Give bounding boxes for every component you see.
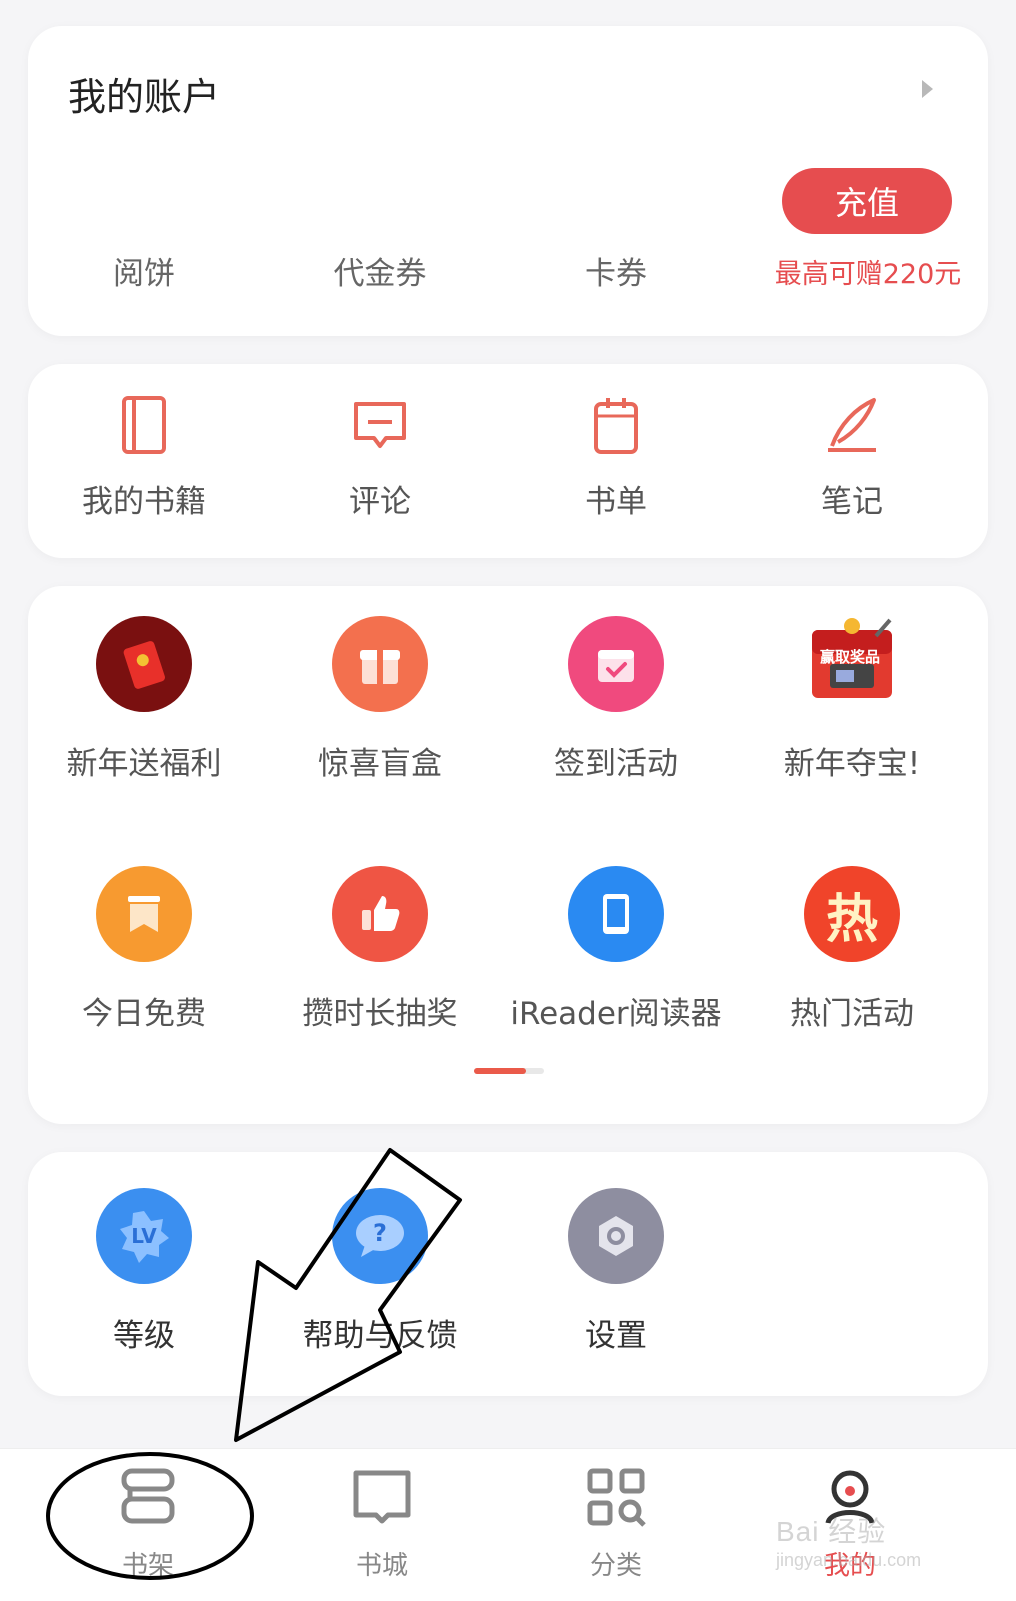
help-glyph: ? (373, 1219, 387, 1247)
page-indicator (474, 1068, 544, 1074)
activity-label: 热门活动 (790, 996, 914, 1032)
activity-hot-events[interactable]: 热 热门活动 (737, 866, 967, 1033)
settings-entry[interactable]: 设置 (516, 1188, 716, 1355)
activities-card: 新年送福利 惊喜盲盒 签到活动 赢取奖品 新年夺宝! 今日免费 攒时长抽奖 iR… (28, 586, 988, 1124)
misc-label: 帮助与反馈 (302, 1318, 458, 1354)
gift-box-icon (332, 616, 428, 712)
red-envelope-icon (96, 616, 192, 712)
recharge-button[interactable]: 充值 (782, 168, 952, 234)
activity-label: 惊喜盲盒 (318, 746, 442, 782)
tool-label: 我的书籍 (82, 484, 206, 520)
book-icon (122, 396, 166, 454)
chevron-right-icon[interactable] (922, 80, 933, 98)
account-title[interactable]: 我的账户 (68, 66, 220, 121)
activity-sign-in[interactable]: 签到活动 (501, 616, 731, 783)
pen-icon (828, 398, 876, 452)
account-item-voucher[interactable]: 代金券 (280, 248, 480, 293)
level-icon: LV (96, 1188, 192, 1284)
misc-label: 等级 (113, 1318, 175, 1354)
activity-label: 签到活动 (554, 746, 678, 782)
watermark-url: jingyan.baidu.com (776, 1550, 922, 1570)
tool-booklist[interactable]: 书单 (516, 394, 716, 521)
nav-bookshelf[interactable]: 书架 (48, 1465, 248, 1582)
bookshelf-icon (121, 1468, 175, 1524)
activity-label: 新年夺宝! (783, 746, 921, 782)
nav-label: 书城 (355, 1551, 408, 1581)
activity-label: iReader阅读器 (510, 996, 722, 1032)
tool-notes[interactable]: 笔记 (752, 394, 952, 521)
category-icon (587, 1468, 646, 1527)
nav-label: 书架 (121, 1551, 174, 1581)
account-item-yuebing[interactable]: 阅饼 (44, 248, 244, 293)
calendar-check-icon (568, 616, 664, 712)
tool-label: 书单 (585, 484, 647, 520)
misc-card: LV 等级 ? 帮助与反馈 设置 (28, 1152, 988, 1396)
tool-label: 笔记 (821, 484, 883, 520)
help-feedback-entry[interactable]: ? 帮助与反馈 (280, 1188, 480, 1355)
tool-my-books[interactable]: 我的书籍 (44, 394, 244, 521)
tools-card: 我的书籍 评论 书单 笔记 (28, 364, 988, 558)
bookstore-icon (353, 1470, 411, 1524)
activity-ireader-device[interactable]: iReader阅读器 (501, 866, 731, 1033)
prize-icon: 赢取奖品 (804, 616, 900, 712)
settings-icon (568, 1188, 664, 1284)
tool-label: 评论 (349, 484, 411, 520)
tool-comments[interactable]: 评论 (280, 394, 480, 521)
help-icon: ? (332, 1188, 428, 1284)
nav-label: 分类 (589, 1551, 642, 1581)
hot-icon: 热 (804, 866, 900, 962)
prize-badge: 赢取奖品 (819, 648, 880, 666)
hot-glyph: 热 (825, 889, 878, 950)
free-bookmark-icon (96, 866, 192, 962)
recharge-promo-text: 最高可赠220元 (774, 259, 962, 290)
watermark: Bai 经验 (776, 1516, 887, 1547)
activity-surprise-box[interactable]: 惊喜盲盒 (265, 616, 495, 783)
activity-label: 新年送福利 (66, 746, 222, 782)
nav-bookstore[interactable]: 书城 (282, 1465, 482, 1582)
level-entry[interactable]: LV 等级 (44, 1188, 244, 1355)
level-glyph: LV (131, 1224, 157, 1248)
activity-time-lottery[interactable]: 攒时长抽奖 (265, 866, 495, 1033)
nav-category[interactable]: 分类 (516, 1465, 716, 1582)
account-item-coupon[interactable]: 卡券 (516, 248, 716, 293)
activity-label: 今日免费 (82, 996, 206, 1032)
activity-label: 攒时长抽奖 (302, 996, 458, 1032)
activity-new-year-welfare[interactable]: 新年送福利 (29, 616, 259, 783)
activity-new-year-treasure[interactable]: 赢取奖品 新年夺宝! (737, 616, 967, 783)
misc-label: 设置 (585, 1318, 647, 1354)
thumbs-up-icon (332, 866, 428, 962)
account-card: 我的账户 充值 阅饼 代金券 卡券 最高可赠220元 (28, 26, 988, 336)
activity-free-today[interactable]: 今日免费 (29, 866, 259, 1033)
comment-icon (354, 402, 406, 448)
booklist-icon (594, 398, 638, 454)
ereader-icon (568, 866, 664, 962)
